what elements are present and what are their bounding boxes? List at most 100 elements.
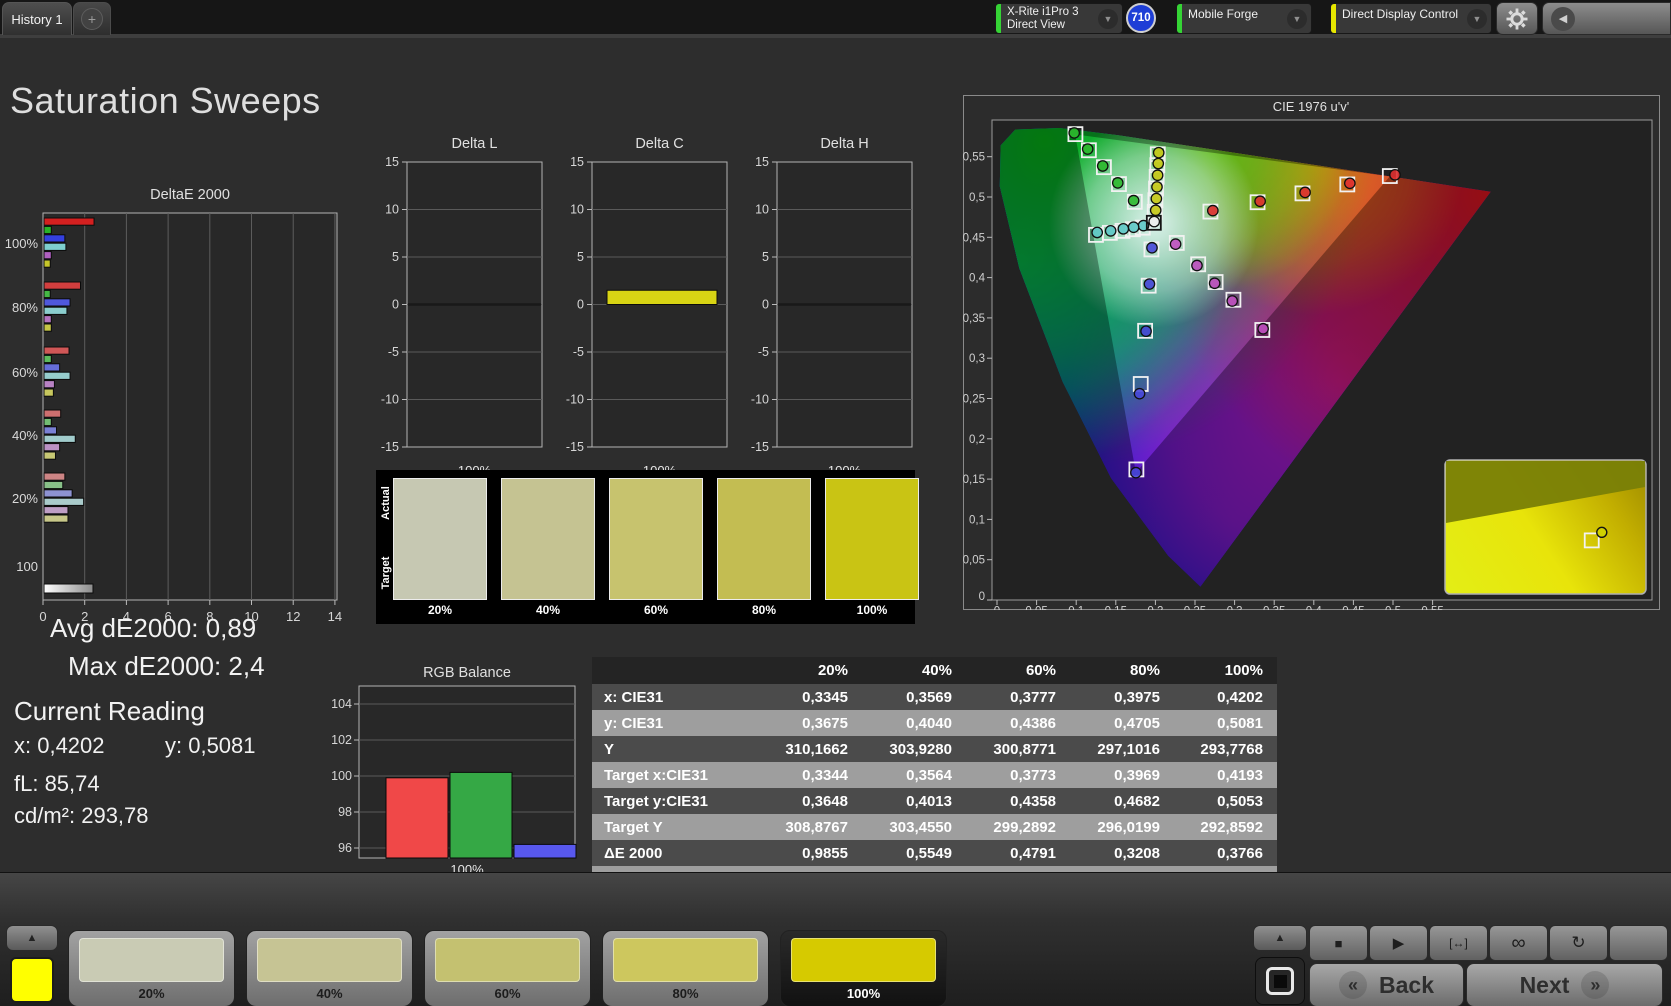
up-arrow-icon: ▲: [26, 932, 38, 944]
svg-text:0,05: 0,05: [963, 555, 985, 567]
deltae-bar-yellow-20%: [43, 514, 69, 523]
rgb-bar-R: [385, 777, 449, 859]
pattern-scroll-up-button[interactable]: ▲: [6, 925, 58, 951]
pattern-swatch-label: 60%: [494, 986, 521, 1001]
table-cell: 297,1016: [1070, 736, 1174, 762]
add-tab-button[interactable]: +: [73, 2, 111, 35]
measured-point-magenta: [1257, 322, 1269, 335]
history-tab[interactable]: History 1: [2, 2, 72, 35]
deltae-bar-green-60%: [43, 354, 52, 364]
table-cell: 0,5053: [1174, 788, 1277, 814]
table-cell: 300,8771: [966, 736, 1070, 762]
deltae-bar-red-80%: [43, 281, 81, 290]
svg-text:0: 0: [392, 298, 399, 312]
svg-text:0,35: 0,35: [963, 313, 985, 325]
pattern-swatch-color: [791, 938, 936, 982]
table-cell: 0,4682: [1070, 788, 1174, 814]
svg-text:0,2: 0,2: [1147, 606, 1163, 610]
display-control-dropdown[interactable]: Direct Display Control ▼: [1330, 3, 1492, 34]
measured-point-blue: [1130, 466, 1142, 479]
table-cell: 293,7768: [1174, 736, 1277, 762]
back-button[interactable]: « Back: [1309, 963, 1464, 1006]
next-button[interactable]: Next »: [1466, 963, 1663, 1006]
deltae-bar-blue-80%: [43, 298, 71, 307]
measured-point-green: [1068, 127, 1081, 139]
svg-text:-15: -15: [566, 440, 584, 454]
measured-point-yellow: [1151, 169, 1164, 182]
pattern-swatch-color: [257, 938, 402, 982]
svg-text:-5: -5: [573, 345, 584, 359]
svg-text:Delta H: Delta H: [820, 136, 868, 152]
svg-text:0,05: 0,05: [1025, 606, 1047, 610]
pattern-swatch-button-80%[interactable]: 80%: [602, 930, 769, 1006]
interval-icon: [↔]: [1449, 936, 1468, 950]
table-row-label: y: CIE31: [592, 710, 758, 736]
back-chevrons-icon: «: [1339, 971, 1367, 999]
table-cell: 0,4358: [966, 788, 1070, 814]
tabbar-strip: [0, 34, 1671, 38]
pattern-swatch-button-60%[interactable]: 60%: [424, 930, 591, 1006]
svg-text:0,25: 0,25: [963, 394, 985, 406]
loop-infinity-button[interactable]: ∞: [1489, 925, 1548, 961]
measured-point-magenta: [1169, 238, 1182, 251]
table-cell: 0,3675: [758, 710, 862, 736]
deltaC-bar: [606, 289, 718, 305]
svg-text:96: 96: [338, 841, 352, 855]
table-cell: 0,3777: [966, 684, 1070, 710]
titlebar: History 1 + X-Rite i1Pro 3 Direct View ▼…: [0, 0, 1671, 38]
table-cell: 0,3564: [862, 762, 966, 788]
source-dropdown[interactable]: Mobile Forge ▼: [1176, 3, 1312, 34]
measured-point-cyan: [1117, 222, 1130, 235]
deltae-bar-red-40%: [43, 409, 62, 418]
measured-point-cyan: [1091, 226, 1104, 239]
actual-target-swatch-80%: [717, 478, 811, 600]
pattern-swatch-button-100%[interactable]: 100%: [780, 930, 947, 1006]
meter-dropdown[interactable]: X-Rite i1Pro 3 Direct View ▼: [995, 3, 1123, 34]
refresh-button[interactable]: ↻: [1549, 925, 1608, 961]
active-color-button[interactable]: [10, 957, 54, 1003]
display-scroll-up-button[interactable]: ▲: [1253, 925, 1307, 951]
table-cell: 0,4386: [966, 710, 1070, 736]
current-y: y: 0,5081: [165, 733, 256, 758]
svg-text:0: 0: [994, 606, 1000, 610]
deltaL-bar: [408, 303, 541, 306]
svg-text:98: 98: [338, 805, 352, 819]
pattern-swatch-label: 80%: [672, 986, 699, 1001]
table-row: Target Y 308,8767 303,4550 299,2892 296,0199…: [592, 814, 1277, 840]
deltae-bar-blue-60%: [43, 363, 61, 372]
target-row-label: Target: [380, 556, 392, 590]
table-cell: 308,8767: [758, 814, 862, 840]
patch-count-badge: 710: [1126, 3, 1156, 33]
rgb-balance-chart: RGB Balance 96 98 100 102 104 100%: [330, 660, 585, 890]
deltae-bar-blue-40%: [43, 426, 58, 435]
measured-point-yellow: [1150, 192, 1163, 205]
svg-text:0: 0: [979, 591, 985, 603]
svg-text:0,4: 0,4: [969, 273, 986, 285]
svg-text:15: 15: [570, 155, 584, 169]
pattern-swatch-button-20%[interactable]: 20%: [68, 930, 235, 1006]
pattern-swatch-button-40%[interactable]: 40%: [246, 930, 413, 1006]
play-button[interactable]: ▶: [1369, 925, 1428, 961]
interval-button[interactable]: [↔]: [1429, 925, 1488, 961]
settings-button[interactable]: [1496, 2, 1538, 35]
display-control-name: Direct Display Control: [1342, 7, 1459, 21]
rgb-bar-B: [513, 843, 577, 859]
stop-button[interactable]: ■: [1309, 925, 1368, 961]
plus-icon: +: [81, 8, 103, 30]
measured-point-green: [1096, 160, 1109, 172]
measured-point-magenta: [1191, 259, 1203, 272]
pattern-swatch-label: 100%: [846, 986, 881, 1001]
pattern-window-button[interactable]: [1255, 957, 1305, 1005]
next-label: Next: [1519, 971, 1570, 998]
current-x: x: 0,4202: [14, 733, 105, 758]
collapse-panel-button[interactable]: ◀: [1542, 2, 1671, 35]
status-blank-button[interactable]: [1609, 925, 1668, 961]
svg-text:Delta C: Delta C: [635, 136, 683, 152]
current-cdm2: cd/m²: 293,78: [14, 803, 149, 828]
table-cell: 310,1662: [758, 736, 862, 762]
table-cell: 0,3648: [758, 788, 862, 814]
svg-text:-10: -10: [566, 393, 584, 407]
table-row-label: ΔE 2000: [592, 840, 758, 866]
svg-text:100: 100: [331, 769, 352, 783]
chevron-left-icon: ◀: [1551, 6, 1575, 31]
